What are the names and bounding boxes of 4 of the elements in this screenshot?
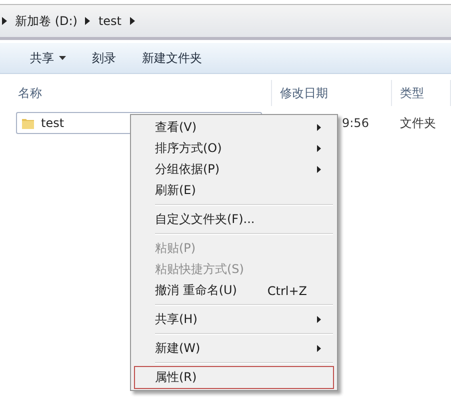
file-type: 文件夹: [399, 114, 437, 132]
file-name: test: [41, 116, 64, 130]
shortcut-text: Ctrl+Z: [267, 284, 307, 298]
modified-date: 9:56: [341, 116, 370, 130]
